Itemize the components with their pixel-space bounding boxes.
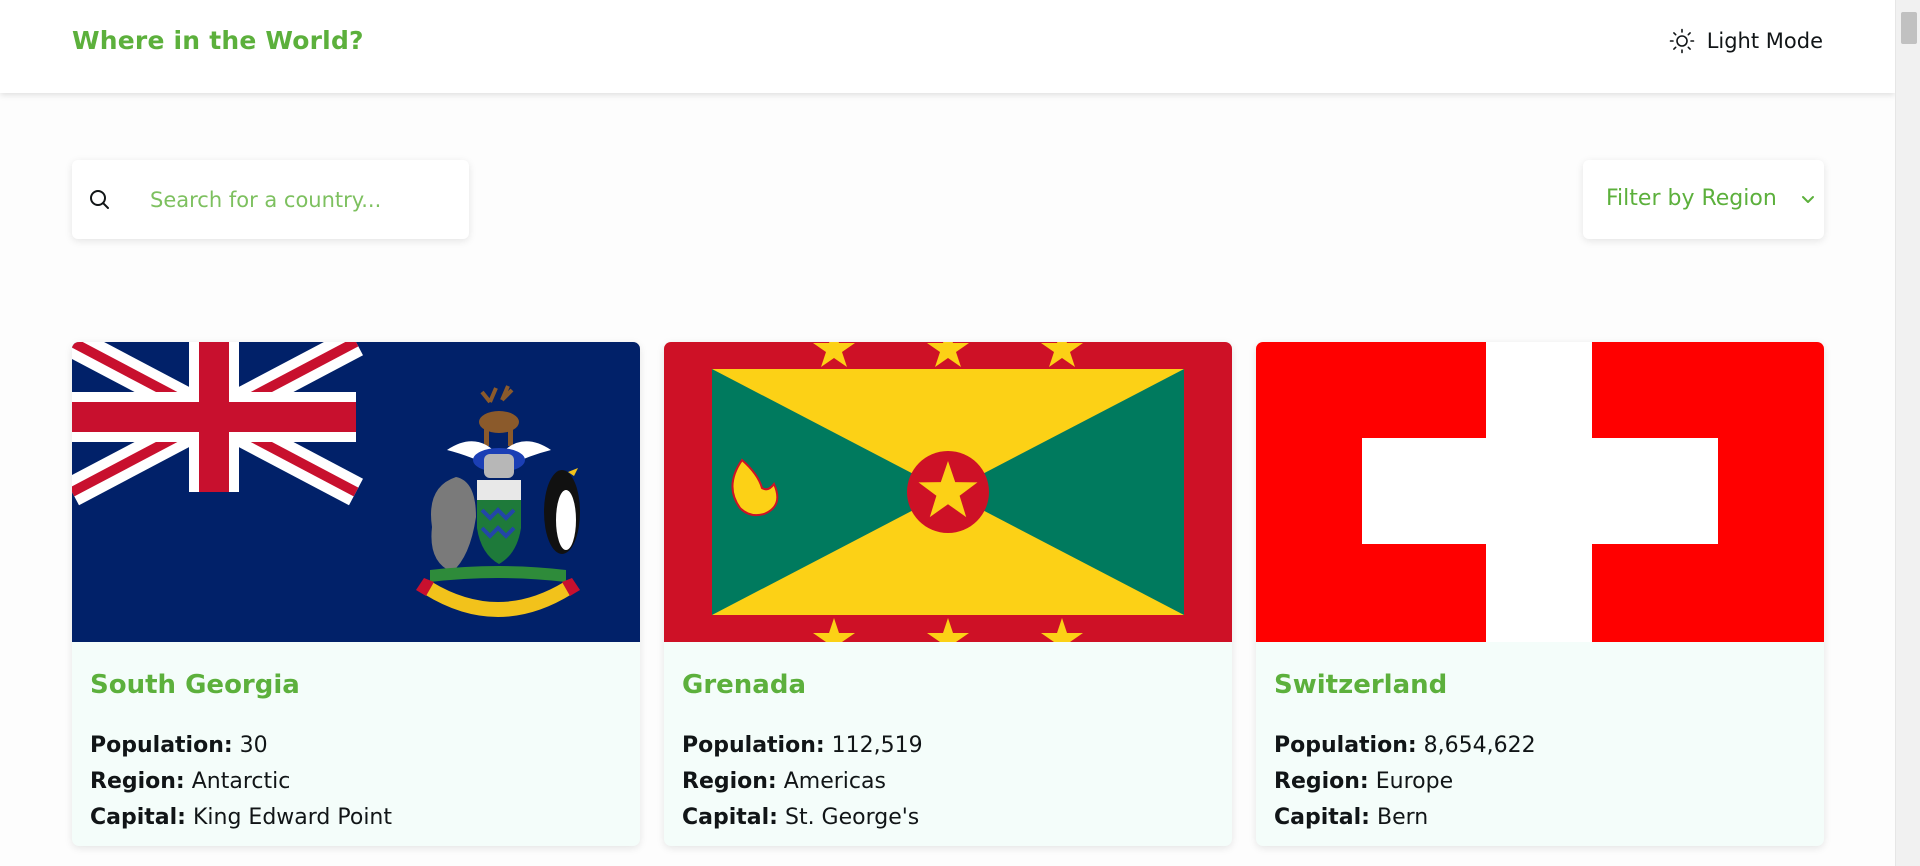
capital-label: Capital:: [1274, 805, 1370, 830]
population-value: 8,654,622: [1423, 733, 1536, 758]
search-input[interactable]: [150, 160, 450, 239]
grenada-flag: [664, 342, 1232, 642]
theme-toggle-button[interactable]: Light Mode: [1669, 28, 1823, 54]
search-bar[interactable]: [72, 160, 469, 239]
country-info: Population: 30 Region: Antarctic Capital…: [90, 728, 392, 836]
capital-value: King Edward Point: [192, 805, 393, 830]
capital-row: Capital: King Edward Point: [90, 800, 392, 836]
page: Where in the World? Light Mode Search fo…: [0, 0, 1895, 866]
region-row: Region: Americas: [682, 764, 923, 800]
region-label: Region:: [90, 769, 185, 794]
region-row: Region: Europe: [1274, 764, 1536, 800]
country-info: Population: 112,519 Region: Americas Cap…: [682, 728, 923, 836]
capital-value: Bern: [1376, 805, 1429, 830]
population-label: Population:: [90, 733, 233, 758]
country-name[interactable]: Switzerland: [1274, 670, 1447, 700]
population-label: Population:: [682, 733, 825, 758]
population-row: Population: 112,519: [682, 728, 923, 764]
search-icon: [88, 188, 114, 218]
region-row: Region: Antarctic: [90, 764, 392, 800]
sun-icon: [1669, 28, 1695, 54]
capital-label: Capital:: [682, 805, 778, 830]
region-value: Europe: [1375, 769, 1454, 794]
south-georgia-flag: [72, 342, 640, 642]
region-filter-label: Filter by Region: [1606, 186, 1777, 211]
population-row: Population: 8,654,622: [1274, 728, 1536, 764]
country-card[interactable]: Grenada Population: 112,519 Region: Amer…: [664, 342, 1232, 846]
vertical-scrollbar[interactable]: [1895, 0, 1920, 866]
population-value: 112,519: [831, 733, 923, 758]
country-name[interactable]: South Georgia: [90, 670, 300, 700]
chevron-down-icon: [1798, 190, 1818, 214]
region-value: Americas: [783, 769, 886, 794]
region-value: Antarctic: [191, 769, 291, 794]
theme-toggle-label: Light Mode: [1706, 29, 1823, 53]
population-row: Population: 30: [90, 728, 392, 764]
region-filter-dropdown[interactable]: Filter by Region: [1583, 160, 1824, 239]
country-card[interactable]: South Georgia Population: 30 Region: Ant…: [72, 342, 640, 846]
capital-row: Capital: Bern: [1274, 800, 1536, 836]
country-name[interactable]: Grenada: [682, 670, 806, 700]
country-info: Population: 8,654,622 Region: Europe Cap…: [1274, 728, 1536, 836]
capital-row: Capital: St. George's: [682, 800, 923, 836]
app-title[interactable]: Where in the World?: [72, 26, 364, 55]
capital-label: Capital:: [90, 805, 186, 830]
header: Where in the World? Light Mode: [0, 0, 1895, 93]
scrollbar-thumb[interactable]: [1901, 12, 1917, 44]
capital-value: St. George's: [784, 805, 920, 830]
region-label: Region:: [682, 769, 777, 794]
population-label: Population:: [1274, 733, 1417, 758]
switzerland-flag: [1256, 342, 1824, 642]
country-card[interactable]: Switzerland Population: 8,654,622 Region…: [1256, 342, 1824, 846]
population-value: 30: [239, 733, 268, 758]
region-label: Region:: [1274, 769, 1369, 794]
